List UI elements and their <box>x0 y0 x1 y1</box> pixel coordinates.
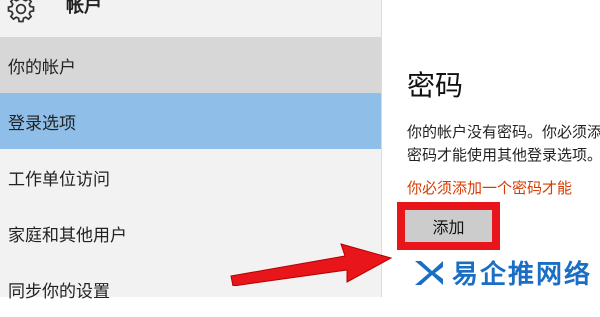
sidebar-item-label: 同步你的设置 <box>8 281 110 302</box>
sidebar-item-label: 你的帐户 <box>8 57 76 78</box>
section-description: 你的帐户没有密码。你必须添加一个密码才能使用其他登录选项。 <box>407 123 600 164</box>
sidebar-item-sign-in-options[interactable]: 登录选项 <box>0 93 381 149</box>
sidebar-item-your-account[interactable]: 你的帐户 <box>0 37 381 93</box>
watermark: 易企推网络 <box>412 248 600 297</box>
sidebar-item-label: 登录选项 <box>8 113 76 134</box>
watermark-text: 易企推网络 <box>452 260 593 290</box>
sidebar-item-work-access[interactable]: 工作单位访问 <box>0 149 381 205</box>
add-password-button[interactable]: 添加 <box>397 202 500 250</box>
red-arrow-icon <box>230 243 393 286</box>
section-title: 密码 <box>407 69 464 102</box>
sidebar-item-label: 工作单位访问 <box>8 169 110 190</box>
page-title: 帐户 <box>66 0 102 17</box>
password-warning: 你必须添加一个密码才能 <box>407 179 573 197</box>
sidebar-item-label: 家庭和其他用户 <box>8 225 127 246</box>
gear-icon[interactable] <box>6 0 36 24</box>
sidebar-header: 帐户 <box>0 0 381 30</box>
watermark-logo-icon <box>415 260 443 285</box>
